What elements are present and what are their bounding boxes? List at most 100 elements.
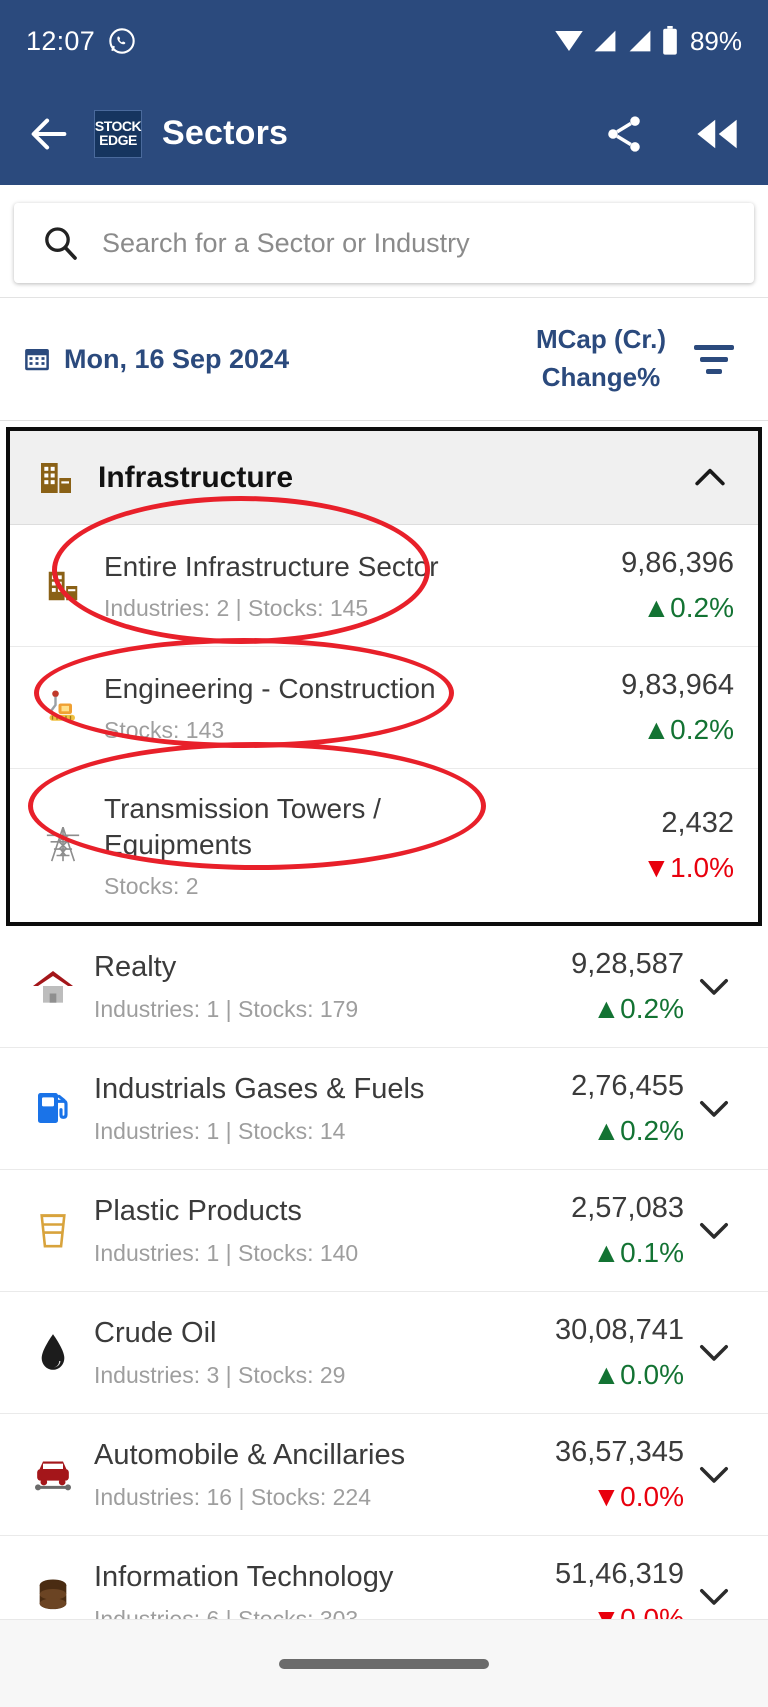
calendar-icon	[25, 349, 49, 371]
sector-row-industrials-gases-fuels[interactable]: Industrials Gases & Fuels Industries: 1 …	[0, 1047, 768, 1170]
sector-info: Automobile & Ancillaries Industries: 16 …	[82, 1437, 476, 1511]
sector-mcap: 2,76,455	[571, 1069, 684, 1102]
sector-change: ▲0.2%	[592, 992, 684, 1024]
sector-metrics: 30,08,741 ▲0.0%	[476, 1314, 684, 1391]
search-box[interactable]: Search for a Sector or Industry	[14, 203, 754, 283]
filter-bar-2	[700, 356, 728, 362]
expanded-sector-group: Infrastructure Entire Infrastructure Sec…	[6, 427, 762, 926]
industry-row-entire-infrastructure-sector[interactable]: Entire Infrastructure Sector Industries:…	[10, 525, 758, 647]
sector-mcap: 2,57,083	[571, 1191, 684, 1224]
chevron-down-icon[interactable]	[684, 965, 744, 1007]
search-section: Search for a Sector or Industry	[0, 185, 768, 297]
app-bar-actions	[602, 112, 742, 156]
sector-change: ▼0.0%	[592, 1480, 684, 1512]
chevron-down-icon[interactable]	[684, 1331, 744, 1373]
share-icon[interactable]	[602, 112, 646, 156]
sort-column-header[interactable]: MCap (Cr.) Change%	[536, 321, 666, 396]
back-arrow-icon[interactable]	[26, 111, 72, 157]
sector-change: ▲0.0%	[592, 1358, 684, 1390]
signal-icon-2	[629, 30, 651, 52]
sector-metrics: 9,28,587 ▲0.2%	[476, 948, 684, 1025]
status-bar-right: 89%	[554, 26, 742, 57]
sector-mcap: 51,46,319	[554, 1557, 684, 1590]
signal-icon	[594, 30, 616, 52]
sector-info: Crude Oil Industries: 3 | Stocks: 29	[82, 1315, 476, 1389]
industry-mcap: 9,83,964	[621, 669, 734, 701]
logo-line-2: EDGE	[99, 131, 137, 148]
search-input[interactable]: Search for a Sector or Industry	[102, 228, 470, 259]
building-icon	[41, 462, 71, 493]
fuel-pump-icon	[24, 1088, 82, 1128]
sector-group-title: Infrastructure	[98, 460, 294, 494]
house-icon	[24, 966, 82, 1006]
industry-metrics: 9,83,964 ▲0.2%	[526, 669, 734, 746]
status-time: 12:07	[26, 25, 96, 56]
sector-subtext: Industries: 16 | Stocks: 224	[94, 1484, 372, 1511]
sector-subtext: Industries: 3 | Stocks: 29	[94, 1362, 346, 1389]
sort-label-change: Change%	[541, 362, 661, 392]
wifi-icon	[555, 31, 583, 51]
sector-metrics: 2,57,083 ▲0.1%	[476, 1192, 684, 1269]
industry-info: Entire Infrastructure Sector Industries:…	[92, 549, 526, 622]
sector-row-realty[interactable]: Realty Industries: 1 | Stocks: 179 9,28,…	[0, 925, 768, 1048]
industry-row-engineering-construction[interactable]: Engineering - Construction Stocks: 143 9…	[10, 647, 758, 769]
status-bar-left: 12:07	[26, 26, 136, 57]
filter-icon[interactable]	[692, 344, 736, 374]
app-bar: STOCK EDGE Sectors	[0, 82, 768, 185]
sector-subtext: Industries: 1 | Stocks: 179	[94, 996, 359, 1023]
sector-change: ▲0.1%	[592, 1236, 684, 1268]
rewind-icon[interactable]	[692, 112, 742, 156]
status-bar: 12:07 89%	[0, 0, 768, 82]
home-indicator[interactable]	[279, 1658, 489, 1669]
date-picker[interactable]: Mon, 16 Sep 2024	[22, 344, 289, 375]
industry-info: Engineering - Construction Stocks: 143	[92, 671, 526, 744]
sort-label-mcap: MCap (Cr.)	[536, 324, 666, 355]
date-sort-toolbar: Mon, 16 Sep 2024 MCap (Cr.) Change%	[0, 297, 768, 421]
chevron-down-icon[interactable]	[684, 1087, 744, 1129]
industry-row-transmission-towers-equipments[interactable]: Transmission Towers / Equipments Stocks:…	[10, 769, 758, 922]
battery-level: 89%	[689, 25, 742, 56]
sector-row-automobile-ancillaries[interactable]: Automobile & Ancillaries Industries: 16 …	[0, 1413, 768, 1536]
search-icon	[45, 227, 77, 260]
industry-name: Entire Infrastructure Sector	[104, 551, 439, 583]
sector-group-header-infrastructure[interactable]: Infrastructure	[10, 431, 758, 525]
industry-info: Transmission Towers / Equipments Stocks:…	[92, 791, 526, 900]
database-icon	[24, 1576, 82, 1616]
system-navigation-bar	[0, 1619, 768, 1707]
sector-subtext: Industries: 1 | Stocks: 14	[94, 1118, 346, 1145]
sector-mcap: 30,08,741	[554, 1313, 684, 1346]
sector-metrics: 36,57,345 ▼0.0%	[476, 1436, 684, 1513]
industry-mcap: 2,432	[661, 806, 734, 839]
chevron-down-icon[interactable]	[684, 1209, 744, 1251]
industry-change: ▼1.0%	[642, 851, 734, 883]
industry-subtext: Stocks: 143	[104, 716, 225, 743]
chevron-down-icon[interactable]	[684, 1453, 744, 1495]
selected-date[interactable]: Mon, 16 Sep 2024	[64, 344, 289, 375]
industry-name: Transmission Towers / Equipments	[104, 793, 381, 860]
transmission-tower-icon	[34, 824, 92, 866]
sector-mcap: 36,57,345	[554, 1435, 684, 1468]
sector-row-plastic-products[interactable]: Plastic Products Industries: 1 | Stocks:…	[0, 1169, 768, 1292]
industry-mcap: 9,86,396	[621, 547, 734, 579]
sector-info: Plastic Products Industries: 1 | Stocks:…	[82, 1193, 476, 1267]
sector-name: Realty	[94, 951, 177, 984]
chevron-down-icon[interactable]	[684, 1575, 744, 1617]
industry-name: Engineering - Construction	[104, 673, 436, 705]
building-icon	[34, 567, 92, 605]
sector-subtext: Industries: 1 | Stocks: 140	[94, 1240, 359, 1267]
whatsapp-icon	[109, 28, 135, 54]
industry-metrics: 9,86,396 ▲0.2%	[526, 547, 734, 624]
sector-name: Information Technology	[94, 1561, 394, 1594]
page-title: Sectors	[162, 114, 289, 152]
filter-bar-3	[706, 368, 722, 374]
industry-metrics: 2,432 ▼1.0%	[526, 807, 734, 884]
sector-name: Automobile & Ancillaries	[94, 1439, 406, 1472]
battery-icon	[663, 26, 677, 55]
sector-name: Industrials Gases & Fuels	[94, 1073, 425, 1106]
sector-row-crude-oil[interactable]: Crude Oil Industries: 3 | Stocks: 29 30,…	[0, 1291, 768, 1414]
sector-metrics: 2,76,455 ▲0.2%	[476, 1070, 684, 1147]
stockedge-logo: STOCK EDGE	[94, 109, 142, 158]
sector-info: Industrials Gases & Fuels Industries: 1 …	[82, 1071, 476, 1145]
sector-name: Crude Oil	[94, 1317, 217, 1350]
chevron-up-icon[interactable]	[688, 456, 732, 500]
